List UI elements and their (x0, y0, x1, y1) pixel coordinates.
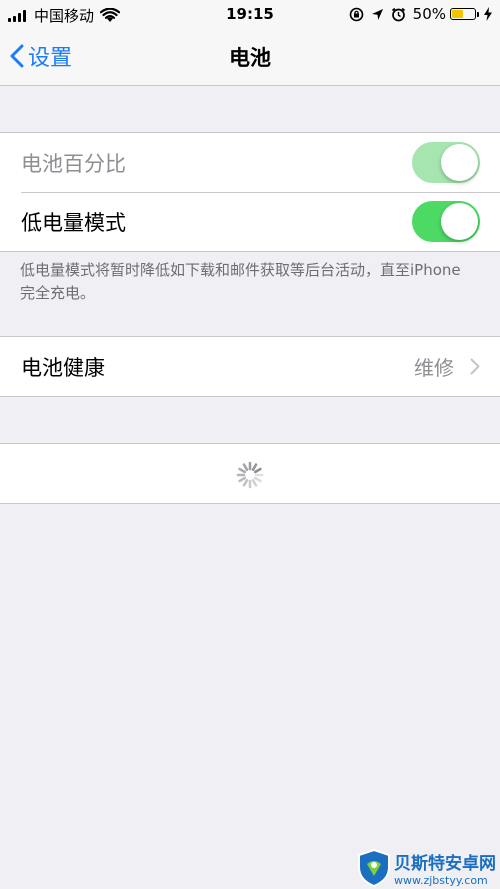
low-power-mode-row: 低电量模式 (0, 192, 500, 251)
charging-bolt-icon (484, 7, 492, 21)
shield-logo-icon (358, 849, 390, 887)
battery-health-label: 电池健康 (21, 355, 105, 380)
alarm-icon (391, 7, 406, 22)
low-power-mode-footer: 低电量模式将暂时降低如下载和邮件获取等后台活动，直至iPhone 完全充电。 (20, 261, 461, 302)
battery-percentage-row: 电池百分比 (0, 133, 500, 192)
page-title: 电池 (229, 46, 271, 70)
battery-percentage-label: 电池百分比 (21, 151, 126, 176)
battery-health-group: 电池健康 维修 (0, 336, 500, 397)
battery-percent: 50% (412, 5, 446, 23)
battery-percentage-toggle[interactable] (412, 142, 480, 183)
rotation-lock-icon (349, 7, 364, 22)
loading-group (0, 443, 500, 504)
watermark-url: www.zjbstyy.com (394, 874, 488, 887)
battery-settings-group: 电池百分比 低电量模式 (0, 132, 500, 252)
battery-health-value: 维修 (414, 356, 454, 380)
status-bar: 中国移动 19:15 50% (0, 0, 500, 28)
battery-icon (450, 8, 479, 20)
location-icon (371, 8, 384, 21)
battery-health-row[interactable]: 电池健康 维修 (0, 337, 500, 396)
loading-row (0, 444, 500, 503)
status-right: 50% (342, 5, 492, 23)
watermark-logo: 贝斯特安卓网 www.zjbstyy.com (357, 849, 496, 887)
chevron-right-icon (470, 358, 480, 375)
low-power-mode-toggle[interactable] (412, 201, 480, 242)
loading-spinner-icon (236, 461, 264, 489)
low-power-mode-label: 低电量模式 (21, 210, 126, 235)
watermark-name: 贝斯特安卓网 (394, 854, 496, 874)
navigation-bar: 设置 电池 (0, 28, 500, 86)
